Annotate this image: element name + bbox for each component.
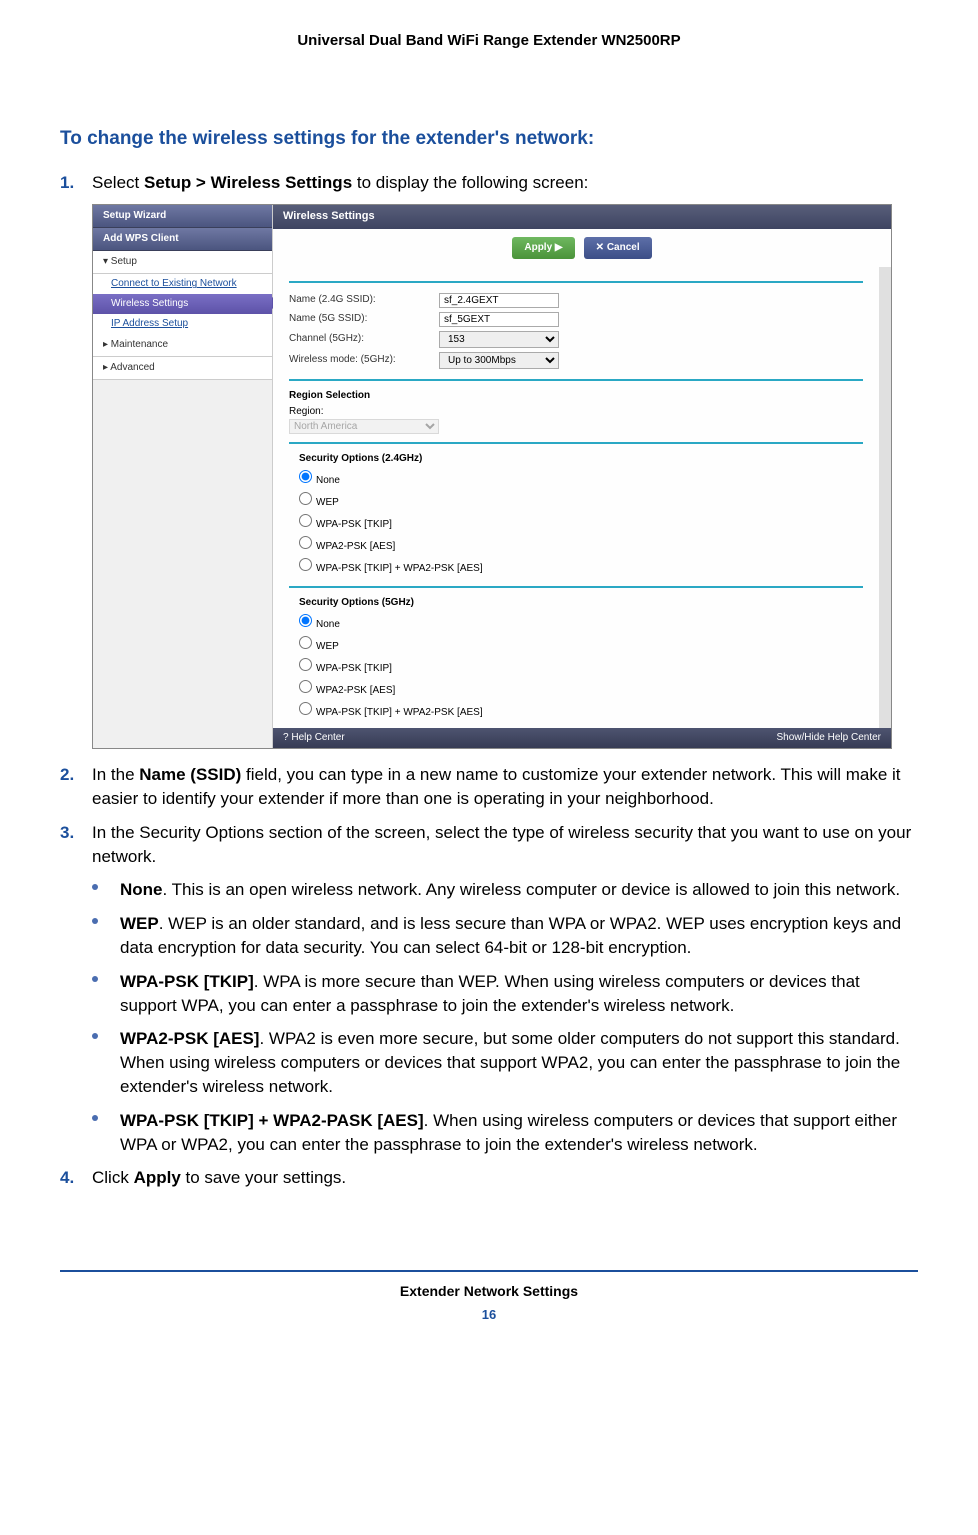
sec5-none-label: None (316, 619, 340, 630)
step-number: 1. (60, 171, 74, 195)
nav-advanced[interactable]: ▸ Advanced (93, 357, 272, 380)
sec24-wep-radio[interactable] (299, 492, 312, 505)
name-24g-input[interactable] (439, 293, 559, 308)
step-text: Select (92, 173, 144, 192)
nav-connect-existing[interactable]: Connect to Existing Network (93, 274, 272, 294)
doc-header: Universal Dual Band WiFi Range Extender … (60, 30, 918, 51)
bullet-icon (92, 918, 98, 924)
button-bar: Apply ▶ ✕ Cancel (273, 229, 891, 267)
step-number: 2. (60, 763, 74, 787)
nav-wireless-settings[interactable]: Wireless Settings (93, 294, 272, 314)
step-text: In the (92, 765, 139, 784)
sec24-wpa-label: WPA-PSK [TKIP] (316, 519, 392, 530)
bullet-icon (92, 976, 98, 982)
content-header: Wireless Settings (273, 205, 891, 228)
step-number: 4. (60, 1166, 74, 1190)
sidebar: Setup Wizard Add WPS Client ▾ Setup Conn… (93, 205, 273, 748)
bullet-wpa2: WPA2-PSK [AES]. WPA2 is even more secure… (92, 1027, 918, 1098)
step-bold: Name (SSID) (139, 765, 241, 784)
mode-label: Wireless mode: (5GHz): (289, 353, 439, 367)
nav-setup[interactable]: ▾ Setup (93, 251, 272, 274)
sec24-mixed-label: WPA-PSK [TKIP] + WPA2-PSK [AES] (316, 563, 483, 574)
region-select: North America (289, 419, 439, 434)
bullet-text: . This is an open wireless network. Any … (163, 880, 901, 899)
bullet-bold: WPA-PSK [TKIP] (120, 972, 254, 991)
apply-button[interactable]: Apply ▶ (512, 237, 574, 259)
page-number: 16 (60, 1306, 918, 1324)
name-5g-input[interactable] (439, 312, 559, 327)
nav-ip-setup[interactable]: IP Address Setup (93, 314, 272, 334)
sec24-none-radio[interactable] (299, 470, 312, 483)
help-footer: ? Help Center Show/Hide Help Center (273, 728, 891, 748)
step-1: 1. Select Setup > Wireless Settings to d… (60, 171, 918, 195)
sec5-none-radio[interactable] (299, 614, 312, 627)
channel-label: Channel (5GHz): (289, 332, 439, 346)
bullet-bold: WPA2-PSK [AES] (120, 1029, 259, 1048)
bullet-bold: WPA-PSK [TKIP] + WPA2-PASK [AES] (120, 1111, 424, 1130)
security-24-heading: Security Options (2.4GHz) (289, 452, 863, 466)
sec5-wep-label: WEP (316, 641, 339, 652)
cancel-button[interactable]: ✕ Cancel (584, 237, 652, 259)
step-4: 4. Click Apply to save your settings. (60, 1166, 918, 1190)
sec5-wpa-radio[interactable] (299, 658, 312, 671)
bullet-icon (92, 1115, 98, 1121)
channel-select[interactable]: 153 (439, 331, 559, 348)
step-bold: Apply (134, 1168, 181, 1187)
sec24-mixed-radio[interactable] (299, 558, 312, 571)
help-center-link[interactable]: Help Center (291, 732, 344, 743)
step-text: to display the following screen: (352, 173, 588, 192)
wireless-settings-screenshot: Setup Wizard Add WPS Client ▾ Setup Conn… (92, 204, 892, 749)
sec24-wpa-radio[interactable] (299, 514, 312, 527)
bullet-mixed: WPA-PSK [TKIP] + WPA2-PASK [AES]. When u… (92, 1109, 918, 1157)
sec5-wep-radio[interactable] (299, 636, 312, 649)
bullet-bold: WEP (120, 914, 159, 933)
sec5-mixed-radio[interactable] (299, 702, 312, 715)
security-5-heading: Security Options (5GHz) (289, 596, 863, 610)
sec24-wep-label: WEP (316, 497, 339, 508)
nav-add-wps[interactable]: Add WPS Client (93, 228, 272, 251)
bullet-icon (92, 1033, 98, 1039)
bullet-wpa: WPA-PSK [TKIP]. WPA is more secure than … (92, 970, 918, 1018)
sec5-mixed-label: WPA-PSK [TKIP] + WPA2-PSK [AES] (316, 707, 483, 718)
bullet-bold: None (120, 880, 163, 899)
sec24-none-label: None (316, 475, 340, 486)
step-text: Click (92, 1168, 134, 1187)
sec5-wpa-label: WPA-PSK [TKIP] (316, 663, 392, 674)
step-text: to save your settings. (181, 1168, 346, 1187)
name-24g-label: Name (2.4G SSID): (289, 293, 439, 307)
region-label: Region: (289, 405, 863, 419)
sec5-wpa2-label: WPA2-PSK [AES] (316, 685, 395, 696)
help-icon[interactable]: ? (283, 732, 289, 743)
step-text: In the Security Options section of the s… (92, 823, 911, 866)
name-5g-label: Name (5G SSID): (289, 312, 439, 326)
sec24-wpa2-label: WPA2-PSK [AES] (316, 541, 395, 552)
bullet-wep: WEP. WEP is an older standard, and is le… (92, 912, 918, 960)
bullet-none: None. This is an open wireless network. … (92, 878, 918, 902)
nav-maintenance[interactable]: ▸ Maintenance (93, 334, 272, 357)
show-hide-help-link[interactable]: Show/Hide Help Center (777, 731, 882, 745)
bullet-text: . WEP is an older standard, and is less … (120, 914, 901, 957)
content-pane: Wireless Settings Apply ▶ ✕ Cancel Name … (273, 205, 891, 748)
section-heading: To change the wireless settings for the … (60, 126, 918, 153)
sec5-wpa2-radio[interactable] (299, 680, 312, 693)
nav-setup-wizard[interactable]: Setup Wizard (93, 205, 272, 228)
step-bold: Setup > Wireless Settings (144, 173, 352, 192)
mode-select[interactable]: Up to 300Mbps (439, 352, 559, 369)
bullet-icon (92, 884, 98, 890)
sec24-wpa2-radio[interactable] (299, 536, 312, 549)
step-3: 3. In the Security Options section of th… (60, 821, 918, 869)
footer-title: Extender Network Settings (60, 1282, 918, 1302)
step-number: 3. (60, 821, 74, 845)
doc-footer: Extender Network Settings 16 (60, 1270, 918, 1324)
region-heading: Region Selection (289, 389, 863, 403)
step-2: 2. In the Name (SSID) field, you can typ… (60, 763, 918, 811)
